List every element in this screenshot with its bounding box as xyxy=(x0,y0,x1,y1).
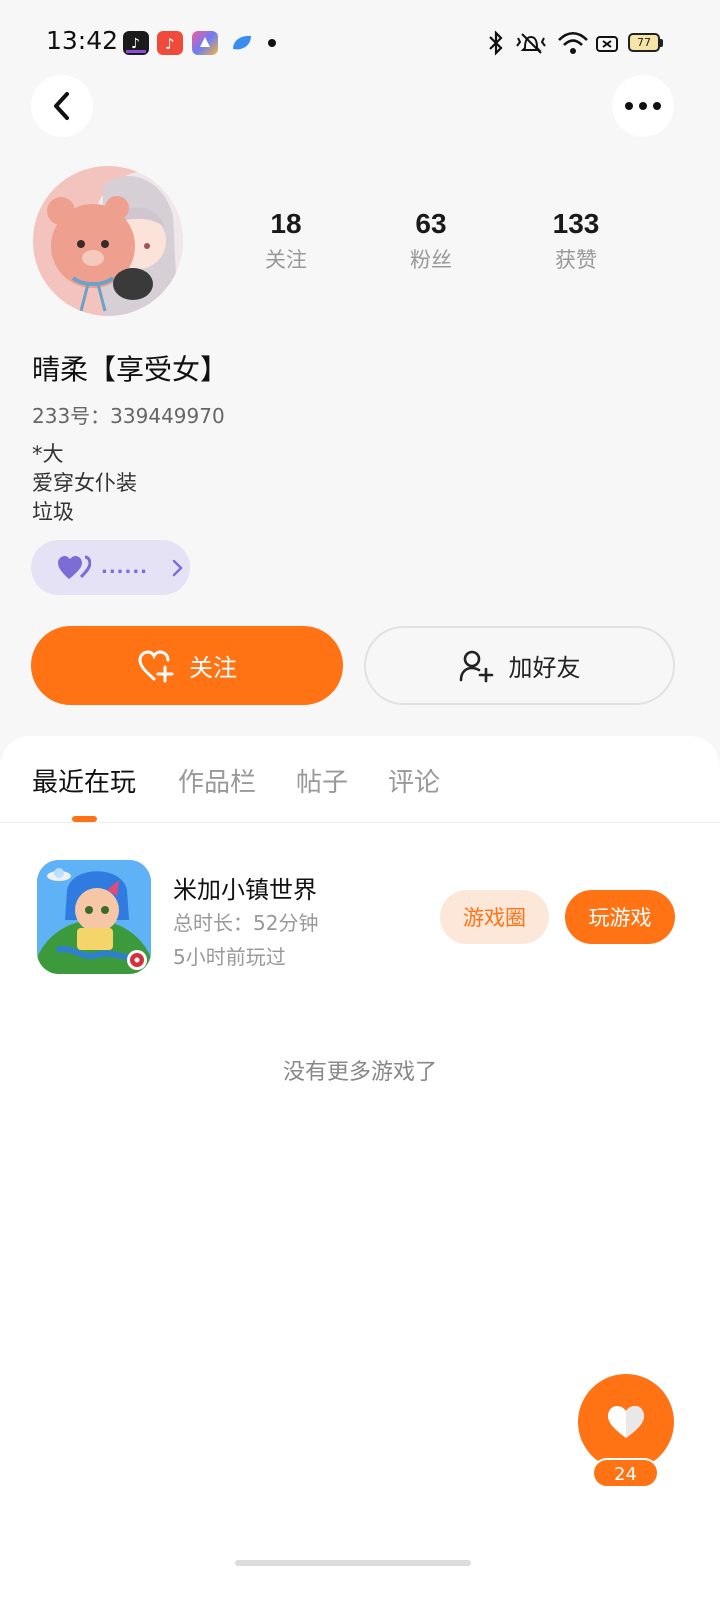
game-last-played: 5小时前玩过 xyxy=(173,945,286,969)
bluetooth-icon xyxy=(486,28,506,62)
wifi-icon xyxy=(556,28,590,62)
followers-count: 63 xyxy=(415,208,447,239)
svg-text:♪: ♪ xyxy=(131,36,140,52)
followers-label: 粉丝 xyxy=(410,248,452,272)
add-friend-button[interactable]: 加好友 xyxy=(364,626,675,705)
nickname: 晴柔【享受女】 xyxy=(32,353,229,386)
following-count: 18 xyxy=(270,208,302,239)
more-notifications-dot xyxy=(268,39,276,47)
status-time: 13:42 xyxy=(46,26,119,55)
more-horizontal-icon xyxy=(625,102,661,110)
bio-line: 爱穿女仆装 xyxy=(32,471,137,495)
tab-posts[interactable]: 帖子 xyxy=(296,762,348,799)
user-id[interactable]: 233号：339449970 xyxy=(32,400,225,429)
tiktok-icon: ♪ xyxy=(123,31,149,55)
more-button[interactable] xyxy=(612,75,674,137)
chevron-left-icon xyxy=(54,92,69,120)
bio-line: 垃圾 xyxy=(32,500,74,524)
tag-text: ...... xyxy=(100,557,149,578)
back-button[interactable] xyxy=(31,75,93,137)
sim-icon xyxy=(594,28,620,62)
heart-icon xyxy=(608,1406,644,1438)
relationship-tag-chip[interactable]: ...... xyxy=(31,540,190,595)
heart-icon xyxy=(57,555,91,579)
chevron-right-icon xyxy=(172,559,183,576)
tab-works[interactable]: 作品栏 xyxy=(178,762,256,799)
play-game-button[interactable]: 玩游戏 xyxy=(565,890,675,944)
active-tab-indicator xyxy=(72,816,97,822)
following-label: 关注 xyxy=(265,248,307,272)
shortcut-icon xyxy=(192,31,218,55)
follow-label: 关注 xyxy=(189,654,237,682)
tab-recently-played[interactable]: 最近在玩 xyxy=(32,762,136,799)
followers-stat[interactable]: 63 粉丝 xyxy=(371,208,491,274)
status-bar: 13:42 ♪ ♪ 77 xyxy=(0,0,720,86)
svg-text:♪: ♪ xyxy=(165,35,175,53)
tab-comments[interactable]: 评论 xyxy=(388,762,440,799)
bio: *大 爱穿女仆装 垃圾 xyxy=(32,440,137,527)
following-stat[interactable]: 18 关注 xyxy=(226,208,346,274)
follow-button[interactable]: 关注 xyxy=(31,626,343,705)
bio-line: *大 xyxy=(32,442,64,466)
game-total-time: 总时长：52分钟 xyxy=(173,911,319,935)
no-more-games-text: 没有更多游戏了 xyxy=(282,1060,437,1085)
tab-bar: 最近在玩 作品栏 帖子 评论 xyxy=(0,736,720,823)
add-friend-label: 加好友 xyxy=(508,654,581,682)
game-circle-button[interactable]: 游戏圈 xyxy=(440,890,549,944)
battery-icon: 77 xyxy=(628,33,663,52)
game-title[interactable]: 米加小镇世界 xyxy=(173,870,317,905)
add-user-icon xyxy=(459,650,493,682)
game-icon[interactable] xyxy=(37,860,151,974)
like-count-badge: 24 xyxy=(592,1458,659,1488)
like-fab-button[interactable] xyxy=(578,1374,674,1470)
avatar[interactable] xyxy=(33,166,183,316)
likes-count: 133 xyxy=(552,208,600,239)
likes-label: 获赞 xyxy=(555,248,597,272)
browser-icon xyxy=(229,31,255,55)
vibrate-icon xyxy=(514,28,548,62)
music-icon: ♪ xyxy=(157,31,183,55)
heart-plus-icon xyxy=(138,649,174,682)
likes-stat[interactable]: 133 获赞 xyxy=(516,208,636,274)
home-indicator[interactable] xyxy=(235,1560,471,1566)
